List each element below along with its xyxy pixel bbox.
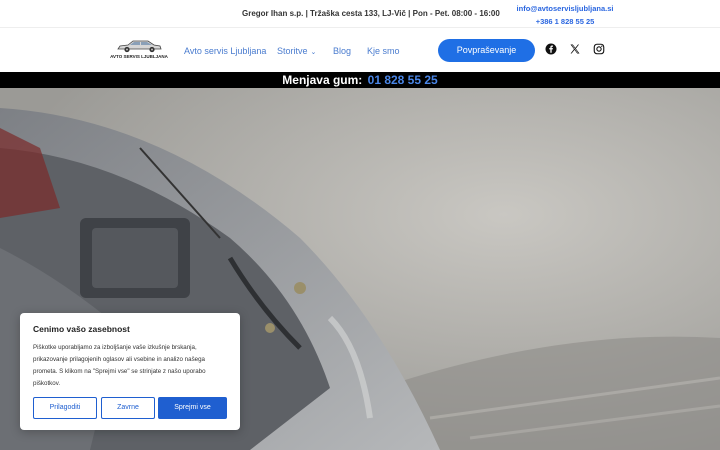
car-logo-icon xyxy=(117,40,162,53)
contact-block: info@avtoservisljubljana.si +386 1 828 5… xyxy=(514,2,616,28)
instagram-icon[interactable] xyxy=(593,43,605,55)
reject-button[interactable]: Zavrne xyxy=(101,397,155,419)
cookie-title: Cenimo vašo zasebnost xyxy=(33,324,130,334)
x-icon[interactable] xyxy=(569,43,581,55)
chevron-down-icon: ⌄ xyxy=(310,49,317,56)
nav-item-storitve[interactable]: Storitve ⌄ xyxy=(277,46,316,56)
business-info: Gregor Ihan s.p. | Tržaška cesta 133, LJ… xyxy=(242,9,500,18)
promo-label: Menjava gum: xyxy=(282,73,363,87)
nav-item-kje-smo[interactable]: Kje smo xyxy=(367,46,400,56)
email-link[interactable]: info@avtoservisljubljana.si xyxy=(514,2,616,15)
inquiry-button[interactable]: Povpraševanje xyxy=(438,39,535,62)
nav-item-storitve-label: Storitve xyxy=(277,46,308,56)
top-bar: Gregor Ihan s.p. | Tržaška cesta 133, LJ… xyxy=(0,0,720,27)
site-logo[interactable]: AVTO SERVIS LJUBLJANA xyxy=(110,39,168,61)
tire-change-banner: Menjava gum: 01 828 55 25 xyxy=(0,72,720,88)
nav-item-avto-servis[interactable]: Avto servis Ljubljana xyxy=(184,46,266,56)
cookie-consent-dialog: Cenimo vašo zasebnost Piškotke uporablja… xyxy=(20,313,240,430)
facebook-icon[interactable] xyxy=(545,43,557,55)
site-header: AVTO SERVIS LJUBLJANA Avto servis Ljublj… xyxy=(0,27,720,72)
promo-phone-link[interactable]: 01 828 55 25 xyxy=(368,73,438,87)
cookie-description: Piškotke uporabljamo za izboljšanje vaše… xyxy=(33,344,206,387)
nav-item-blog[interactable]: Blog xyxy=(333,46,351,56)
accept-all-button[interactable]: Sprejmi vse xyxy=(158,397,227,419)
customize-button[interactable]: Prilagoditi xyxy=(33,397,97,419)
logo-text: AVTO SERVIS LJUBLJANA xyxy=(110,54,168,59)
